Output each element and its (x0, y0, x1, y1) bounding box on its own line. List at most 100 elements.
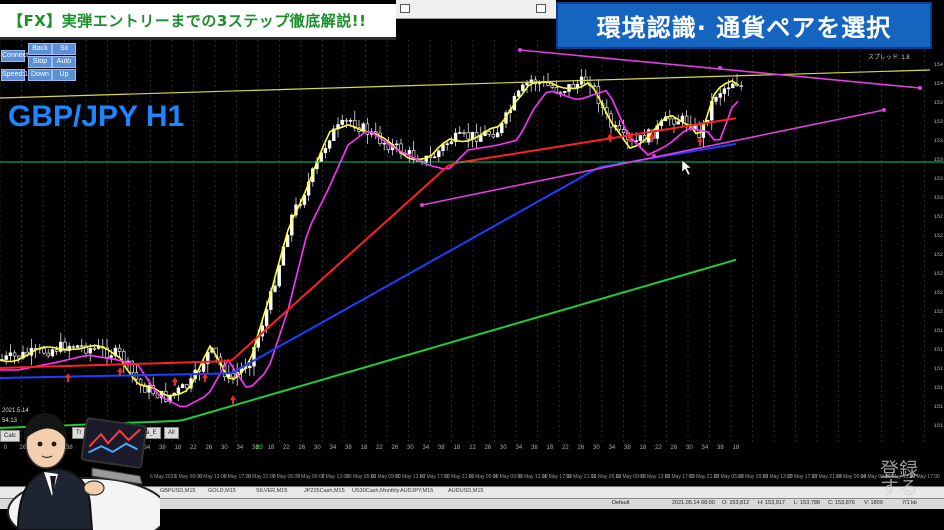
time-tick: 26 (391, 445, 399, 451)
candle-body (340, 119, 344, 125)
candle-body (458, 132, 462, 134)
candle-body (323, 147, 328, 154)
time-tick: 38 (159, 445, 166, 451)
candle-body (714, 97, 718, 102)
symbol-tab[interactable]: AUDUSD,M15 (448, 488, 483, 494)
toolbar-button[interactable] (400, 4, 410, 13)
down-button[interactable]: Down (28, 69, 52, 81)
candle-body (437, 150, 441, 158)
status-close: C: 153,876 (828, 500, 855, 506)
candle-body (8, 352, 13, 356)
trendline-anchor (518, 48, 522, 52)
date-tick: 7 May 05:00 (272, 474, 301, 480)
price-tick: 152 (933, 271, 943, 277)
candle-body (42, 348, 46, 354)
time-tick: 26 (577, 445, 585, 451)
candle-body (75, 345, 80, 348)
up-button[interactable]: Up (52, 69, 76, 81)
price-tick: 153 (933, 157, 943, 163)
candle-body (327, 140, 332, 149)
time-tick: 38 (624, 445, 631, 451)
price-axis: 154 154 153 153 153 153 153 153 152 152 152 152 152 1… (930, 62, 944, 442)
time-tick: 22 (376, 445, 383, 451)
connect-button[interactable]: Connect (1, 50, 28, 62)
candle-body (80, 345, 84, 347)
time-tick: 30 (314, 445, 321, 451)
time-tick: 34 (236, 445, 244, 451)
candle-body (554, 87, 559, 93)
price-tick: 152 (933, 309, 943, 315)
status-low: L: 153,788 (794, 500, 820, 506)
time-tick: 30 (221, 445, 228, 451)
time-tick: 26 (205, 445, 213, 451)
buy-signal-arrow (65, 373, 71, 382)
symbol-tab[interactable]: JP225Cash,M15 (304, 488, 345, 494)
buy-signal-arrow (697, 137, 703, 146)
sit-button[interactable]: Sit (52, 43, 76, 55)
time-tick: 38 (345, 445, 352, 451)
date-tick: 7 May 09:00 (297, 474, 325, 480)
auto-button[interactable]: Auto (52, 56, 76, 68)
ma-50-line (0, 117, 737, 369)
stop-button[interactable]: Stop (28, 56, 52, 68)
back-button[interactable]: Back (28, 43, 52, 55)
time-tick: 18 (267, 445, 275, 451)
resistance-line (0, 69, 931, 99)
candle-body (441, 144, 445, 152)
price-tick: 151 (933, 366, 943, 372)
trendline-anchor (718, 66, 722, 70)
candle-body (109, 355, 113, 358)
candle-body (88, 348, 92, 354)
trendline-anchor (918, 86, 922, 90)
time-tick: 34 (422, 445, 430, 451)
candle-body (516, 90, 521, 97)
candle-body (592, 85, 596, 87)
spread-label: スプレッド: 1.8 (868, 55, 910, 61)
symbol-tab[interactable]: AUDJPY,M15 (400, 488, 433, 494)
video-title-banner: 【FX】実弾エントリーまでの3ステップ徹底解説!! (0, 4, 396, 40)
candle-body (4, 355, 8, 360)
price-tick: 153 (933, 176, 943, 182)
mini-tab-all[interactable]: All (164, 427, 179, 439)
candle-body (621, 129, 626, 133)
candle-body (344, 119, 349, 122)
symbol-tab[interactable]: US30Cash,Monthly (352, 488, 399, 494)
register-label[interactable]: 登録する (880, 461, 920, 498)
time-tick: 30 (500, 445, 507, 451)
candle-body (466, 132, 470, 140)
maximize-icon[interactable] (536, 4, 546, 13)
candle-body (46, 352, 50, 357)
candle-body (231, 373, 235, 378)
candle-body (563, 91, 567, 93)
time-tick: 34 (329, 445, 337, 451)
candle-body (449, 141, 454, 144)
time-tick: 18 (174, 445, 182, 451)
time-tick: 38 (438, 445, 445, 451)
status-volume: V: 1809 (864, 500, 883, 506)
time-tick: 30 (407, 445, 414, 451)
candle-body (180, 384, 185, 389)
candle-body (470, 131, 475, 140)
candle-body (185, 384, 189, 389)
symbol-tab[interactable]: GOLD,M15 (208, 488, 236, 494)
candle-body (117, 347, 122, 352)
video-title: 【FX】実弾エントリーまでの3ステップ徹底解説!! (8, 12, 367, 30)
candle-body (638, 135, 643, 141)
symbol-tab[interactable]: GBPUSD,M15 (160, 488, 195, 494)
candle-body (487, 131, 491, 135)
price-tick: 153 (933, 119, 943, 125)
candle-body (617, 124, 622, 130)
time-tick: 22 (562, 445, 569, 451)
symbol-tab[interactable]: SILVER,M15 (256, 488, 287, 494)
trendline-anchor (420, 203, 424, 207)
trendline-anchor (882, 108, 886, 112)
time-tick: 30 (686, 445, 693, 451)
speed-button[interactable]: Speed:1 (1, 69, 28, 81)
price-tick: 152 (933, 233, 943, 239)
time-tick: 22 (283, 445, 290, 451)
price-tick: 151 (933, 423, 943, 429)
status-profile: Default (612, 500, 630, 506)
pair-timeframe-label: GBP/JPY H1 (8, 100, 185, 133)
candle-body (59, 341, 63, 352)
time-tick: 34 (515, 445, 523, 451)
